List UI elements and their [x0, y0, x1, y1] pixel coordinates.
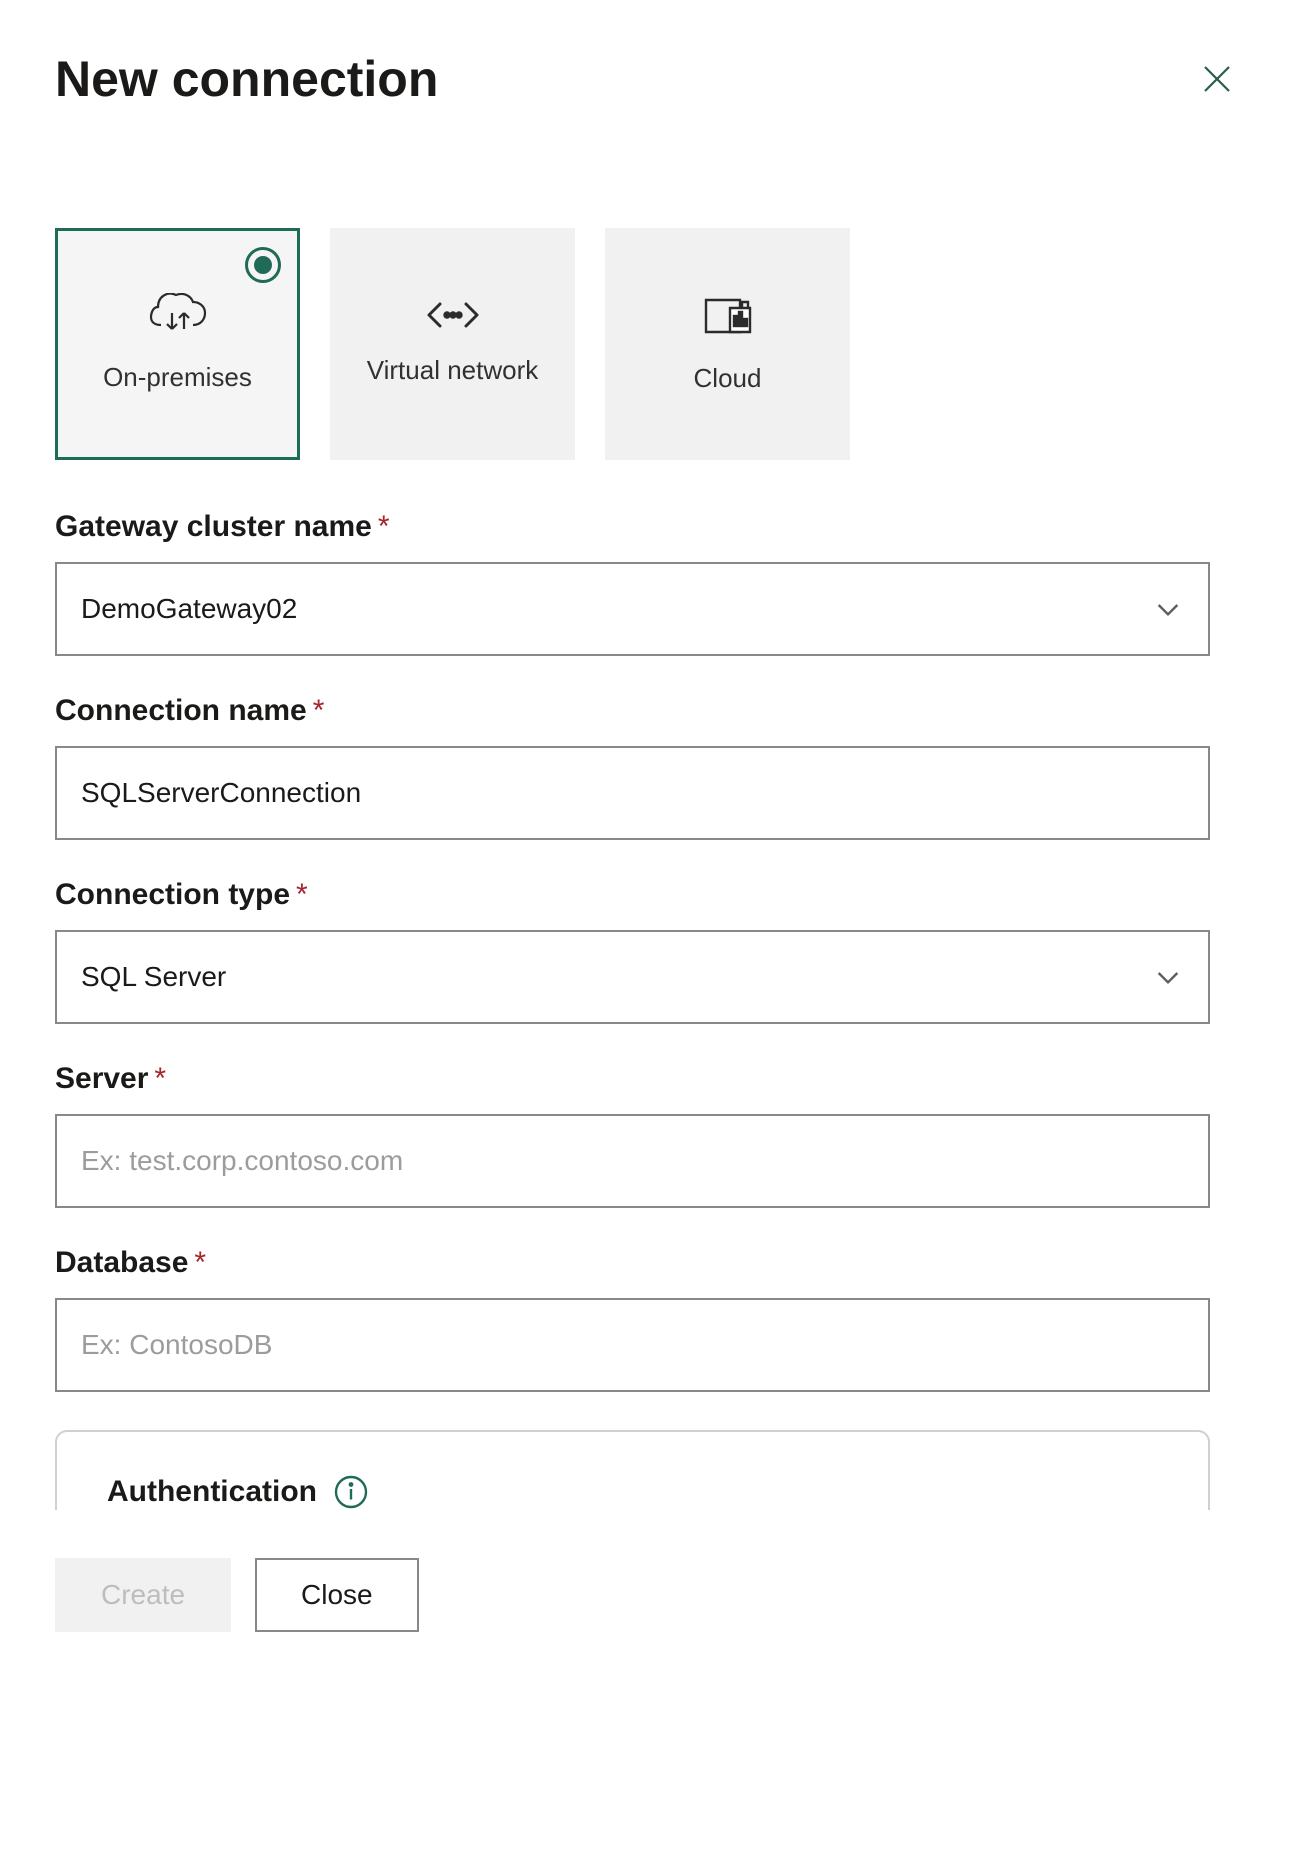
connection-type-select[interactable]: SQL Server	[55, 930, 1210, 1024]
chevron-down-icon	[1152, 961, 1184, 993]
gateway-value: DemoGateway02	[81, 593, 297, 625]
connection-name-input[interactable]	[55, 746, 1210, 840]
database-label: Database*	[55, 1246, 1235, 1280]
tile-on-premises[interactable]: On-premises	[55, 228, 300, 460]
server-label: Server*	[55, 1062, 1235, 1096]
info-icon[interactable]	[333, 1474, 369, 1510]
database-input[interactable]	[55, 1298, 1210, 1392]
connection-name-label: Connection name*	[55, 694, 1235, 728]
radio-selected-icon	[245, 247, 281, 283]
tile-label: Virtual network	[367, 353, 539, 388]
create-button[interactable]: Create	[55, 1558, 231, 1632]
connection-type-label: Connection type*	[55, 878, 1235, 912]
authentication-section: Authentication	[55, 1430, 1210, 1510]
cloud-sync-icon	[149, 293, 207, 342]
tile-virtual-network[interactable]: Virtual network	[330, 228, 575, 460]
dialog-title: New connection	[55, 50, 438, 108]
chevron-down-icon	[1152, 593, 1184, 625]
server-input[interactable]	[55, 1114, 1210, 1208]
cloud-db-icon	[700, 292, 756, 343]
connection-type-tiles: On-premises Virtual network Cloud	[55, 228, 1235, 460]
tile-label: On-premises	[103, 360, 252, 395]
close-icon[interactable]	[1199, 61, 1235, 97]
tile-cloud[interactable]: Cloud	[605, 228, 850, 460]
gateway-select[interactable]: DemoGateway02	[55, 562, 1210, 656]
tile-label: Cloud	[694, 361, 762, 396]
close-button[interactable]: Close	[255, 1558, 419, 1632]
connection-type-value: SQL Server	[81, 961, 226, 993]
network-icon	[424, 300, 482, 335]
authentication-title: Authentication	[107, 1475, 317, 1509]
gateway-label: Gateway cluster name*	[55, 510, 1235, 544]
